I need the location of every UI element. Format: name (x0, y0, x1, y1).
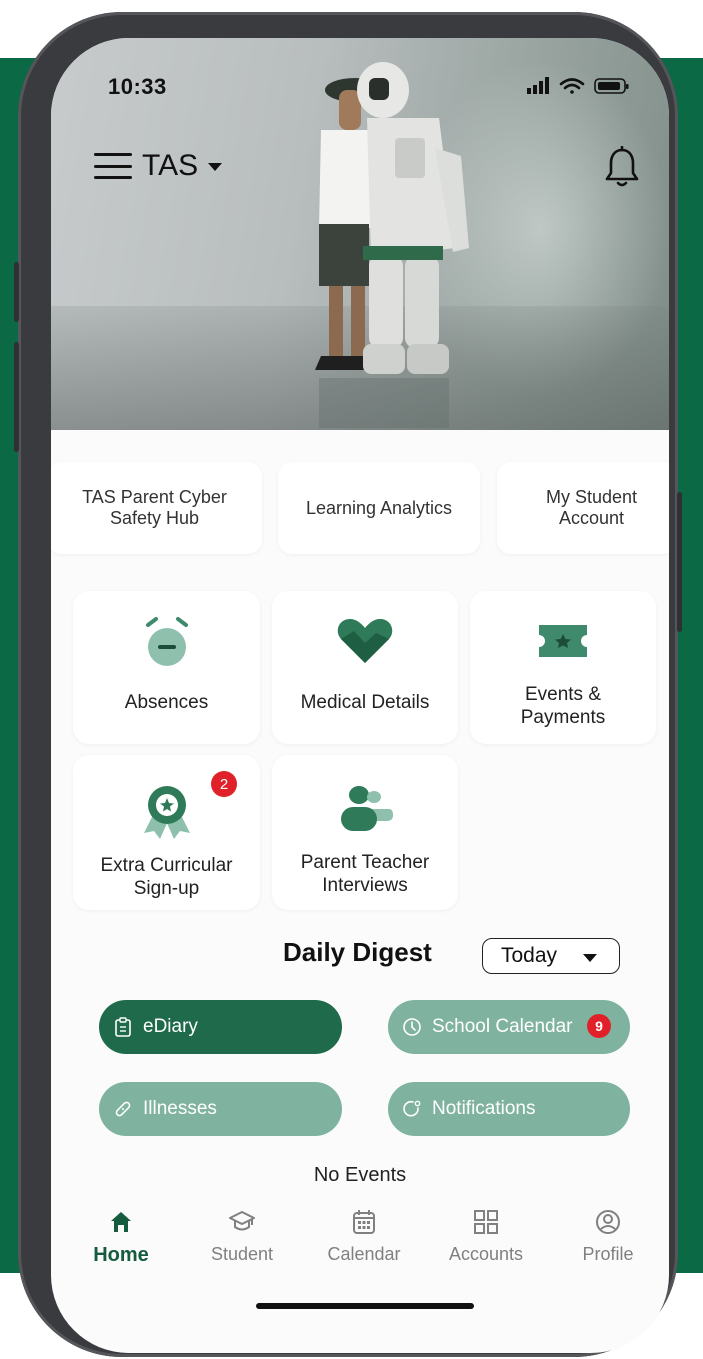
status-icons (527, 77, 629, 94)
signal-icon (527, 77, 549, 94)
tile-label: Events & Payments (520, 684, 606, 728)
chip-notifications[interactable]: Notifications (388, 1082, 630, 1136)
bell-icon[interactable] (604, 146, 640, 188)
power-button (677, 492, 682, 632)
tile-label: Absences (124, 692, 209, 713)
bandage-icon (115, 1101, 131, 1117)
notification-icon (403, 1100, 421, 1117)
app-screen: 10:33 TAS TAS Parent Cyber Safety Hub Le… (51, 38, 669, 1353)
battery-icon (594, 78, 629, 94)
chevron-down-icon (208, 163, 223, 171)
date-filter-dropdown[interactable]: Today (482, 938, 620, 974)
status-time: 10:33 (108, 74, 167, 99)
school-switcher[interactable]: TAS (142, 149, 223, 183)
calendar-icon (353, 1210, 375, 1234)
nav-accounts[interactable]: Accounts (431, 1208, 541, 1265)
volume-down-button (14, 342, 19, 452)
tile-absences[interactable]: Absences (73, 591, 260, 744)
nav-calendar[interactable]: Calendar (309, 1208, 419, 1265)
nav-profile[interactable]: Profile (553, 1208, 663, 1265)
chip-label: eDiary (143, 1016, 198, 1037)
nav-label: Home (93, 1244, 149, 1266)
quick-link-my-student-account[interactable]: My Student Account (497, 462, 669, 554)
tile-label: Medical Details (300, 692, 430, 713)
tile-medical-details[interactable]: Medical Details (272, 591, 458, 744)
hero-banner: 10:33 TAS (51, 38, 669, 430)
chip-label: Notifications (432, 1098, 536, 1119)
chip-illnesses[interactable]: Illnesses (99, 1082, 342, 1136)
notification-badge: 2 (211, 771, 237, 797)
ticket-icon (539, 625, 587, 657)
quick-link-cyber-safety[interactable]: TAS Parent Cyber Safety Hub (51, 462, 262, 554)
quick-link-label: My Student Account (545, 487, 638, 528)
chip-label: School Calendar (432, 1016, 573, 1037)
quick-link-label: Learning Analytics (305, 497, 453, 518)
nav-student[interactable]: Student (187, 1208, 297, 1265)
school-name: TAS (142, 149, 199, 182)
heart-icon (337, 619, 393, 663)
chip-label: Illnesses (143, 1098, 217, 1119)
award-ribbon-icon (143, 786, 190, 839)
nav-label: Profile (582, 1244, 634, 1264)
clipboard-icon (115, 1017, 131, 1037)
nav-label: Student (210, 1244, 274, 1264)
tile-parent-teacher-interviews[interactable]: Parent Teacher Interviews (272, 755, 458, 910)
home-indicator[interactable] (256, 1303, 474, 1309)
nav-label: Calendar (327, 1244, 401, 1264)
wifi-icon (559, 78, 585, 94)
people-icon (341, 786, 393, 831)
chevron-down-icon (583, 954, 597, 962)
home-icon (111, 1212, 131, 1232)
chip-ediary[interactable]: eDiary (99, 1000, 342, 1054)
tile-label: Parent Teacher Interviews (300, 852, 430, 896)
grid-icon (474, 1210, 498, 1234)
hamburger-menu-icon[interactable] (94, 153, 132, 179)
bottom-navigation: Home Student Calendar Accounts Profile (51, 1208, 669, 1288)
graduation-cap-icon (229, 1211, 255, 1231)
tile-extra-curricular[interactable]: 2 Extra Curricular Sign-up (73, 755, 260, 910)
phone-frame: 10:33 TAS TAS Parent Cyber Safety Hub Le… (14, 12, 682, 1357)
calendar-circle-icon (403, 1018, 421, 1036)
notification-badge: 9 (587, 1014, 611, 1038)
tile-label: Extra Curricular Sign-up (100, 855, 233, 899)
alarm-clock-icon (145, 617, 188, 666)
app-header: TAS (94, 148, 223, 184)
nav-label: Accounts (448, 1244, 524, 1264)
nav-home[interactable]: Home (66, 1208, 176, 1267)
chip-school-calendar[interactable]: School Calendar 9 (388, 1000, 630, 1054)
daily-digest-title: Daily Digest (283, 937, 432, 967)
volume-up-button (14, 262, 19, 322)
tile-events-payments[interactable]: Events & Payments (470, 591, 656, 744)
quick-link-learning-analytics[interactable]: Learning Analytics (278, 462, 480, 554)
user-circle-icon (596, 1210, 620, 1234)
date-filter-value: Today (501, 944, 558, 967)
empty-state-text: No Events (313, 1164, 407, 1186)
quick-link-label: TAS Parent Cyber Safety Hub (82, 487, 227, 528)
